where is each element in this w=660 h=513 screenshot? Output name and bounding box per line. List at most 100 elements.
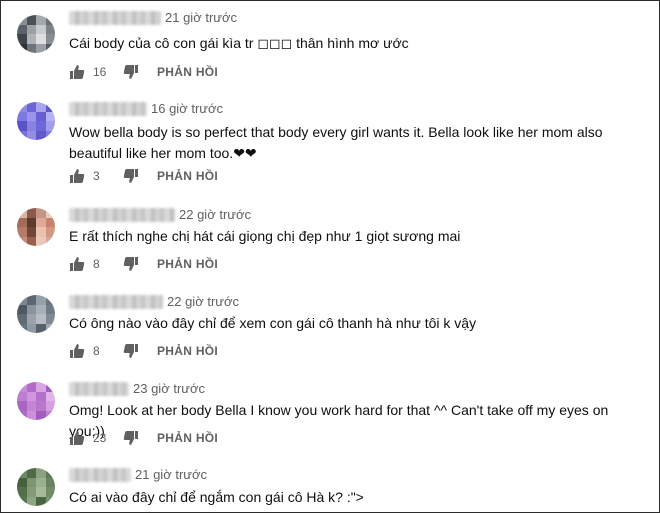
avatar-pixel	[26, 304, 36, 314]
avatar-pixel	[45, 382, 55, 392]
comment-timestamp[interactable]: 21 giờ trước	[165, 10, 237, 25]
avatar-pixel	[45, 314, 55, 324]
avatar[interactable]	[17, 15, 55, 53]
avatar-pixel	[26, 121, 36, 131]
comment-text: Có ai vào đây chỉ để ngắm con gái cô Hà …	[69, 489, 364, 505]
avatar-pixel	[26, 130, 36, 140]
avatar-pixel	[36, 304, 46, 314]
avatar-pixel	[26, 487, 36, 497]
thumbs-down-icon[interactable]	[123, 343, 139, 359]
comment-author[interactable]	[69, 208, 175, 222]
comment-author[interactable]	[69, 295, 163, 309]
avatar-pixel	[36, 24, 46, 34]
avatar-pixel	[26, 468, 36, 478]
thumbs-up-icon[interactable]	[69, 168, 85, 184]
comment-timestamp[interactable]: 22 giờ trước	[179, 207, 251, 222]
avatar-pixel	[26, 323, 36, 333]
reply-button[interactable]: PHẢN HỒI	[157, 431, 218, 445]
avatar-pixel	[17, 217, 27, 227]
avatar-pixel	[17, 382, 27, 392]
avatar-pixel	[36, 401, 46, 411]
avatar-pixel	[17, 24, 27, 34]
avatar-pixel	[17, 208, 27, 218]
avatar-pixel	[45, 487, 55, 497]
thumbs-down-icon[interactable]	[123, 430, 139, 446]
avatar-pixel	[45, 468, 55, 478]
avatar-pixel	[36, 121, 46, 131]
avatar-pixel	[36, 217, 46, 227]
avatar-pixel	[36, 227, 46, 237]
comment-text: E rất thích nghe chị hát cái giọng chị đ…	[69, 228, 461, 244]
avatar-pixel	[26, 236, 36, 246]
avatar-pixel	[45, 34, 55, 44]
comment-text: Có ông nào vào đây chỉ để xem con gái cô…	[69, 315, 477, 331]
comments-panel: 21 giờ trước Cái body của cô con gái kìa…	[0, 0, 660, 513]
reply-button[interactable]: PHẢN HỒI	[157, 344, 218, 358]
like-count: 16	[93, 65, 107, 79]
avatar-pixel	[36, 295, 46, 305]
comment-author[interactable]	[69, 102, 147, 116]
avatar-pixel	[26, 410, 36, 420]
comment-actions: 16 PHẢN HỒI	[69, 62, 218, 82]
avatar-pixel	[17, 304, 27, 314]
reply-button[interactable]: PHẢN HỒI	[157, 65, 218, 79]
comment-author[interactable]	[69, 11, 161, 25]
avatar-pixel	[26, 111, 36, 121]
avatar-pixel	[17, 477, 27, 487]
avatar-pixel	[36, 102, 46, 112]
avatar-pixel	[36, 487, 46, 497]
avatar-pixel	[45, 295, 55, 305]
avatar[interactable]	[17, 295, 55, 333]
reply-button[interactable]: PHẢN HỒI	[157, 169, 218, 183]
thumbs-up-icon[interactable]	[69, 343, 85, 359]
thumbs-down-icon[interactable]	[123, 64, 139, 80]
thumbs-up-icon[interactable]	[69, 64, 85, 80]
avatar-pixel	[36, 34, 46, 44]
comment-actions: 23 PHẢN HỒI	[69, 428, 218, 448]
avatar-pixel	[45, 323, 55, 333]
avatar-pixel	[26, 477, 36, 487]
comment-author[interactable]	[69, 382, 129, 396]
avatar-pixel	[45, 236, 55, 246]
avatar-pixel	[36, 111, 46, 121]
comment-text: Cái body của cô con gái kìa tr ◻◻◻ thân …	[69, 35, 409, 51]
avatar-pixel	[36, 496, 46, 506]
avatar[interactable]	[17, 102, 55, 140]
avatar-pixel	[17, 496, 27, 506]
avatar-pixel	[45, 121, 55, 131]
comment-author[interactable]	[69, 468, 131, 482]
avatar-pixel	[36, 236, 46, 246]
avatar-pixel	[26, 227, 36, 237]
comment-timestamp[interactable]: 23 giờ trước	[133, 381, 205, 396]
avatar-pixel	[26, 43, 36, 53]
avatar[interactable]	[17, 208, 55, 246]
avatar-pixel	[45, 15, 55, 25]
avatar[interactable]	[17, 468, 55, 506]
avatar-pixel	[36, 15, 46, 25]
thumbs-up-icon[interactable]	[69, 430, 85, 446]
avatar-pixel	[26, 217, 36, 227]
comment-timestamp[interactable]: 22 giờ trước	[167, 294, 239, 309]
avatar-pixel	[17, 314, 27, 324]
avatar-pixel	[26, 496, 36, 506]
avatar-pixel	[17, 130, 27, 140]
avatar-pixel	[17, 323, 27, 333]
thumbs-down-icon[interactable]	[123, 256, 139, 272]
thumbs-down-icon[interactable]	[123, 168, 139, 184]
avatar-pixel	[45, 410, 55, 420]
avatar-pixel	[17, 410, 27, 420]
avatar[interactable]	[17, 382, 55, 420]
comment-text: Wow bella body is so perfect that body e…	[69, 124, 603, 161]
avatar-pixel	[17, 236, 27, 246]
comment-timestamp[interactable]: 21 giờ trước	[135, 467, 207, 482]
thumbs-up-icon[interactable]	[69, 256, 85, 272]
comment-actions: 8 PHẢN HỒI	[69, 341, 218, 361]
avatar-pixel	[17, 102, 27, 112]
avatar-pixel	[45, 43, 55, 53]
avatar-pixel	[45, 304, 55, 314]
comment-timestamp[interactable]: 16 giờ trước	[151, 101, 223, 116]
reply-button[interactable]: PHẢN HỒI	[157, 257, 218, 271]
avatar-pixel	[17, 401, 27, 411]
avatar-pixel	[17, 43, 27, 53]
avatar-pixel	[26, 102, 36, 112]
